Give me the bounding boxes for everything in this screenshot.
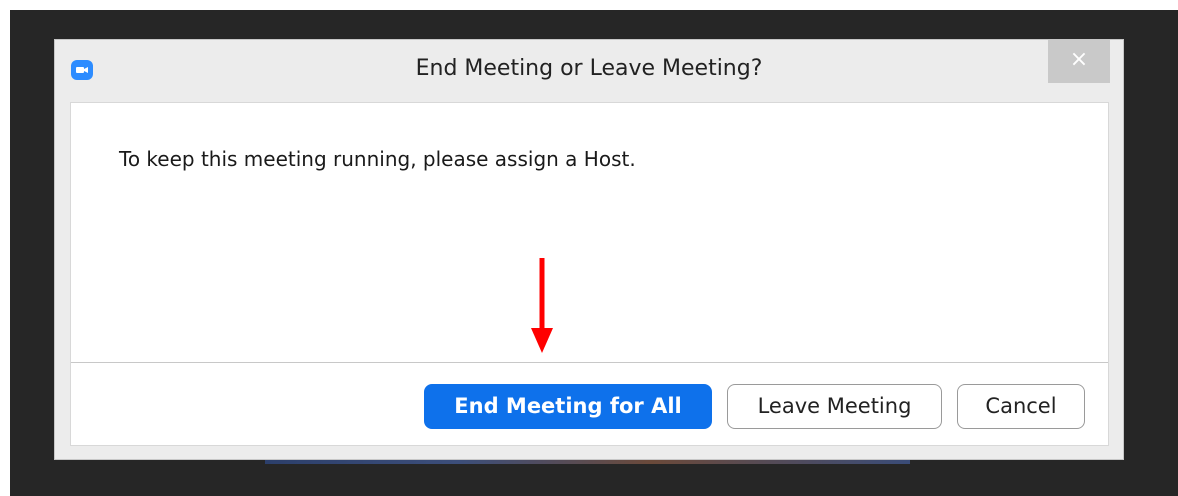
end-meeting-for-all-button[interactable]: End Meeting for All [424,384,712,429]
dialog-content: To keep this meeting running, please ass… [70,102,1109,446]
dialog-message: To keep this meeting running, please ass… [119,147,636,171]
cancel-button[interactable]: Cancel [957,384,1085,429]
dialog-title: End Meeting or Leave Meeting? [415,56,763,81]
end-meeting-dialog: End Meeting or Leave Meeting? × To keep … [54,39,1124,460]
footer-divider [71,362,1108,363]
leave-meeting-button[interactable]: Leave Meeting [727,384,942,429]
close-button[interactable]: × [1048,40,1110,83]
red-arrow-down-icon [531,258,553,353]
dialog-titlebar: End Meeting or Leave Meeting? × [55,40,1123,102]
